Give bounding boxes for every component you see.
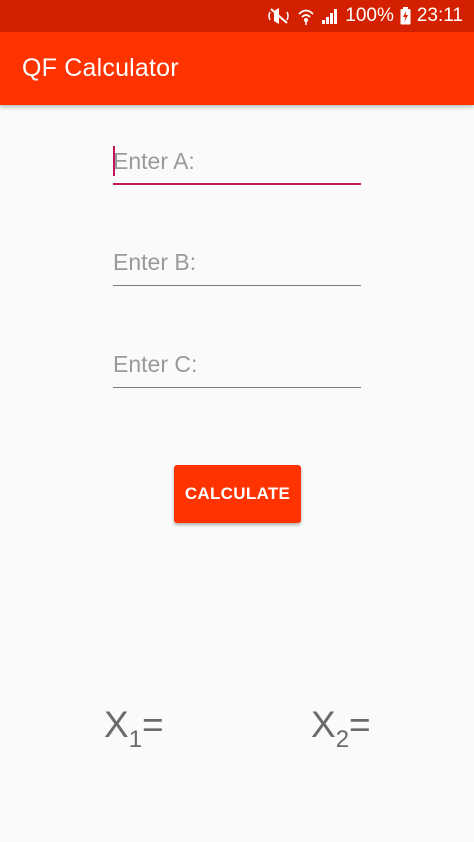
x1-symbol: X [104, 704, 129, 745]
calculate-button[interactable]: CALCULATE [174, 465, 301, 523]
field-b[interactable] [113, 242, 361, 286]
input-c-underline [113, 387, 361, 388]
x2-symbol: X [311, 704, 336, 745]
signal-icon [321, 7, 339, 25]
x2-equals: = [349, 704, 371, 745]
input-c[interactable] [113, 344, 361, 384]
x1-equals: = [142, 704, 164, 745]
mute-icon [267, 6, 291, 26]
field-a[interactable] [113, 141, 361, 185]
wifi-icon [297, 6, 315, 26]
input-a[interactable] [113, 141, 361, 181]
input-a-underline [113, 183, 361, 185]
app-title: QF Calculator [22, 54, 179, 82]
battery-percent: 100% [345, 5, 394, 26]
x2-subscript: 2 [335, 726, 350, 753]
result-x2: X2= [311, 700, 371, 755]
input-b[interactable] [113, 242, 361, 282]
app-bar: QF Calculator [0, 32, 474, 105]
text-cursor [113, 146, 115, 176]
result-x1: X1= [104, 700, 164, 755]
x1-subscript: 1 [128, 726, 143, 753]
battery-charging-icon [400, 7, 411, 25]
field-c[interactable] [113, 344, 361, 388]
input-b-underline [113, 285, 361, 286]
clock: 23:11 [416, 5, 463, 26]
status-icons: 100% 23:11 [267, 5, 463, 27]
status-bar: 100% 23:11 [0, 0, 474, 32]
